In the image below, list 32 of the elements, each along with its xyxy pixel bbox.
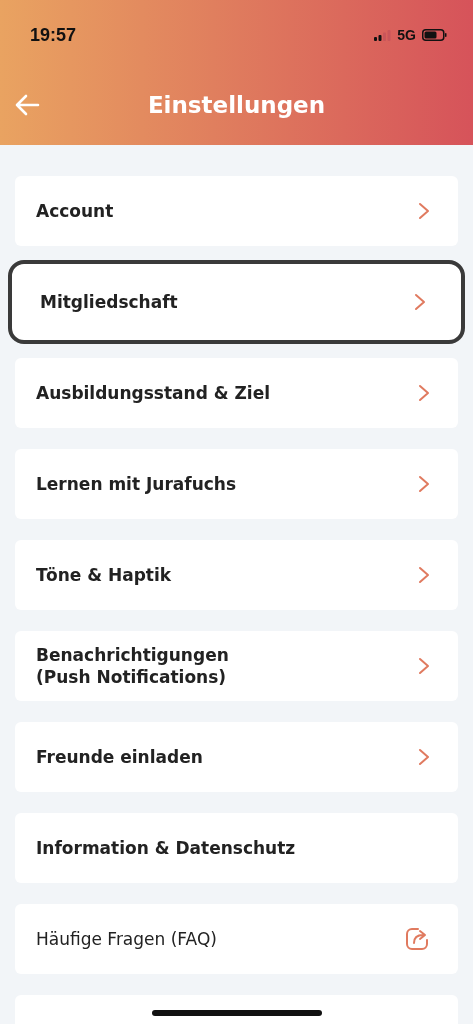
signal-icon <box>374 29 392 41</box>
share-icon <box>404 926 430 952</box>
settings-item[interactable]: Mitgliedschaft <box>8 260 465 344</box>
status-time: 19:57 <box>30 24 77 46</box>
page-title: Einstellungen <box>147 92 326 118</box>
chevron-right-icon <box>418 657 430 675</box>
settings-item[interactable]: Freunde einladen <box>15 722 458 792</box>
chevron-right-icon <box>418 566 430 584</box>
item-label: Account <box>36 200 114 223</box>
settings-item[interactable]: Information & Datenschutz <box>15 813 458 883</box>
chevron-right-icon <box>418 475 430 493</box>
settings-item[interactable]: Account <box>15 176 458 246</box>
chevron-right-icon <box>418 202 430 220</box>
settings-item[interactable]: Töne & Haptik <box>15 540 458 610</box>
settings-item[interactable]: Häufige Fragen (FAQ) <box>15 904 458 974</box>
item-label: Mitgliedschaft <box>40 291 178 314</box>
battery-icon <box>422 29 447 41</box>
chevron-right-icon <box>414 293 426 311</box>
back-arrow-icon[interactable] <box>14 94 40 116</box>
item-label: Ausbildungsstand & Ziel <box>36 382 271 405</box>
settings-item[interactable]: Ausbildungsstand & Ziel <box>15 358 458 428</box>
item-label: Töne & Haptik <box>36 564 172 587</box>
item-label: Häufige Fragen (FAQ) <box>36 928 217 951</box>
item-label: Freunde einladen <box>36 746 203 769</box>
item-label: Lernen mit Jurafuchs <box>36 473 237 496</box>
chevron-right-icon <box>418 748 430 766</box>
settings-item[interactable]: Benachrichtigungen (Push Notifications) <box>15 631 458 701</box>
item-label: Information & Datenschutz <box>36 837 296 860</box>
network-label: 5G <box>397 27 416 43</box>
settings-item[interactable]: Lernen mit Jurafuchs <box>15 449 458 519</box>
item-label: Benachrichtigungen (Push Notifications) <box>36 644 229 689</box>
chevron-right-icon <box>418 384 430 402</box>
